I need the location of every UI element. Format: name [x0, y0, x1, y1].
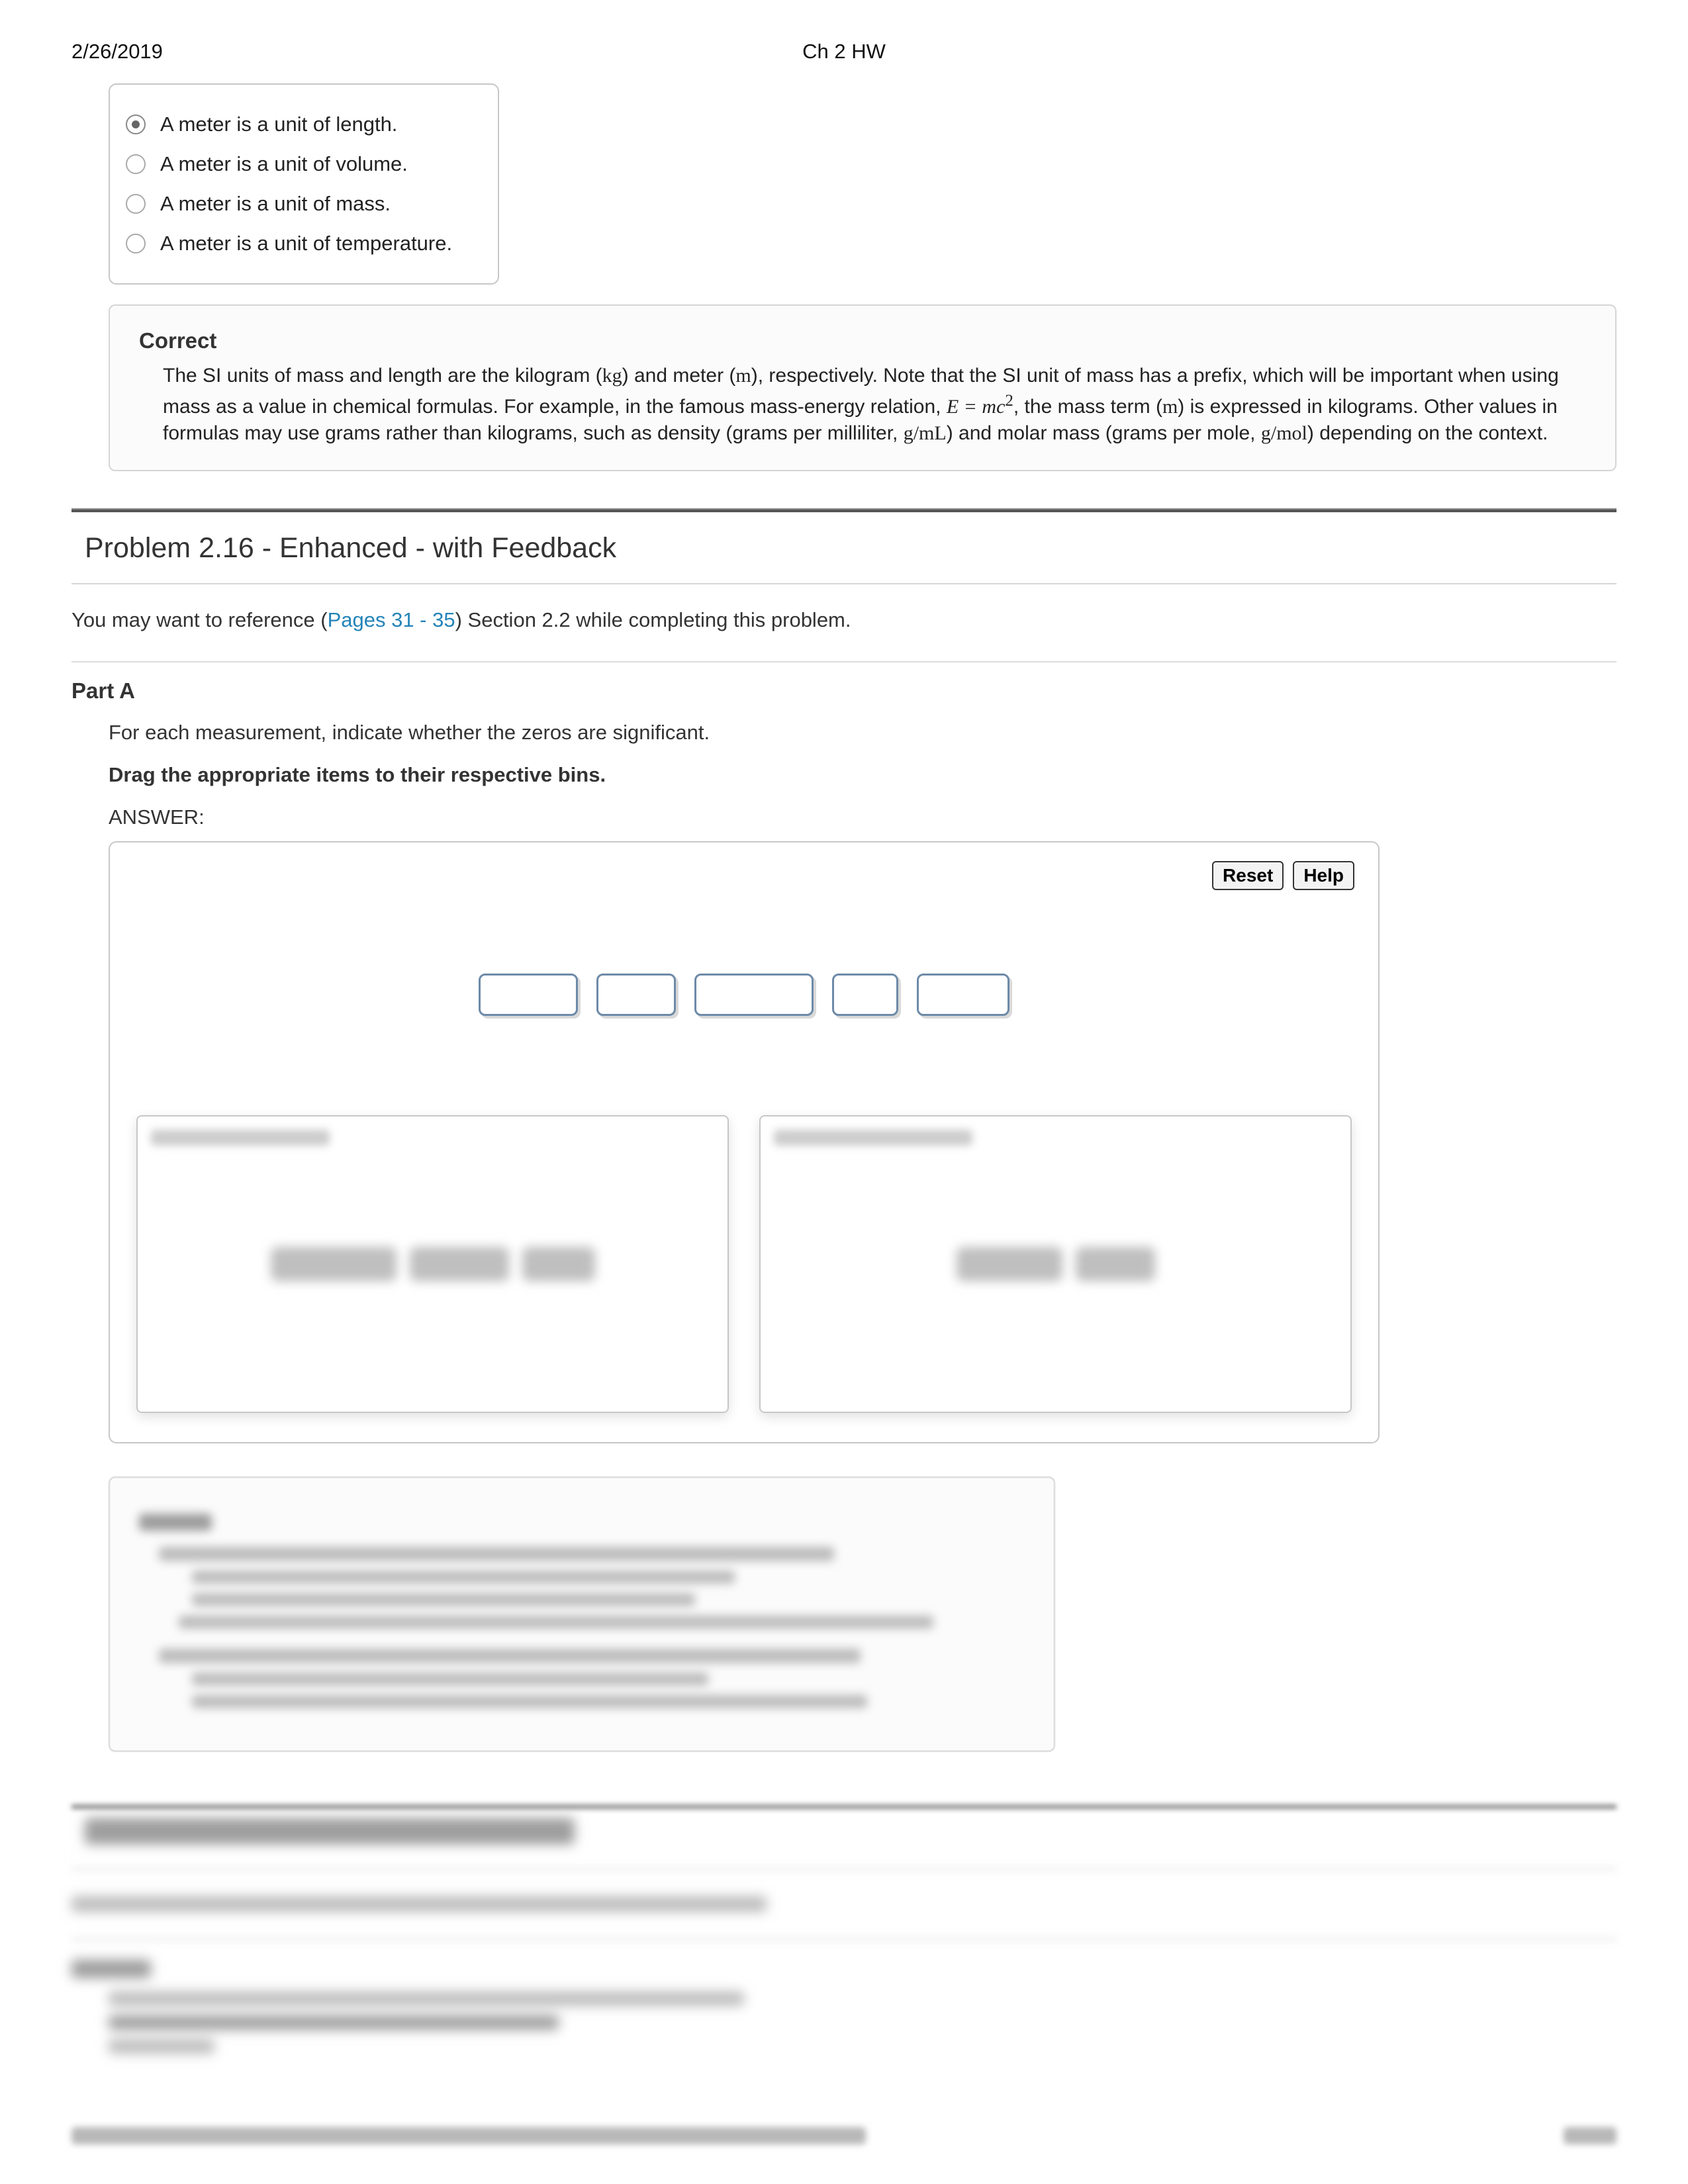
blurred-item	[410, 1247, 509, 1281]
pages-link[interactable]: Pages 31 - 35	[328, 608, 455, 631]
answer-label: ANSWER:	[109, 805, 1617, 829]
drag-tile[interactable]	[694, 974, 814, 1016]
page-date: 2/26/2019	[71, 40, 163, 64]
blurred-item	[522, 1247, 595, 1281]
drag-tile[interactable]	[596, 974, 676, 1016]
thin-divider	[71, 661, 1617, 662]
feedback-body: The SI units of mass and length are the …	[139, 363, 1586, 447]
radio-label: A meter is a unit of length.	[160, 113, 397, 136]
part-a-label: Part A	[71, 678, 1617, 704]
reference-line: You may want to reference (Pages 31 - 35…	[71, 608, 1617, 632]
page-title: Ch 2 HW	[802, 40, 886, 64]
radio-label: A meter is a unit of volume.	[160, 152, 408, 176]
blurred-item	[957, 1247, 1062, 1281]
bin-label-blurred	[774, 1130, 972, 1146]
radio-icon	[126, 114, 146, 134]
drag-tile[interactable]	[832, 974, 898, 1016]
blurred-item	[271, 1247, 397, 1281]
feedback-title: Correct	[139, 328, 1586, 353]
blurred-feedback	[109, 1477, 1055, 1752]
feedback-correct: Correct The SI units of mass and length …	[109, 304, 1617, 471]
page-footer	[71, 2127, 1617, 2144]
thin-divider	[71, 583, 1617, 584]
section-divider	[71, 508, 1617, 512]
drop-bin-notsignificant[interactable]	[759, 1115, 1352, 1413]
radio-group-meter: A meter is a unit of length. A meter is …	[109, 83, 499, 285]
radio-option-length[interactable]: A meter is a unit of length.	[126, 105, 475, 144]
question-text: For each measurement, indicate whether t…	[109, 721, 1617, 745]
blurred-item	[1076, 1247, 1155, 1281]
bin-label-blurred	[151, 1130, 330, 1146]
blurred-divider	[71, 1805, 1617, 1809]
problem-title: Problem 2.16 - Enhanced - with Feedback	[71, 522, 1617, 576]
drag-tile[interactable]	[479, 974, 578, 1016]
radio-option-volume[interactable]: A meter is a unit of volume.	[126, 144, 475, 184]
reset-button[interactable]: Reset	[1212, 861, 1284, 890]
drag-tile[interactable]	[917, 974, 1009, 1016]
help-button[interactable]: Help	[1293, 861, 1354, 890]
radio-option-mass[interactable]: A meter is a unit of mass.	[126, 184, 475, 224]
radio-icon	[126, 154, 146, 174]
radio-option-temperature[interactable]: A meter is a unit of temperature.	[126, 224, 475, 263]
radio-label: A meter is a unit of mass.	[160, 192, 391, 216]
drop-bin-significant[interactable]	[136, 1115, 729, 1413]
radio-icon	[126, 234, 146, 253]
radio-label: A meter is a unit of temperature.	[160, 232, 452, 255]
drag-work-area: Reset Help	[109, 841, 1380, 1443]
draggable-tiles	[128, 974, 1360, 1016]
radio-icon	[126, 194, 146, 214]
question-instruction: Drag the appropriate items to their resp…	[109, 763, 1617, 787]
